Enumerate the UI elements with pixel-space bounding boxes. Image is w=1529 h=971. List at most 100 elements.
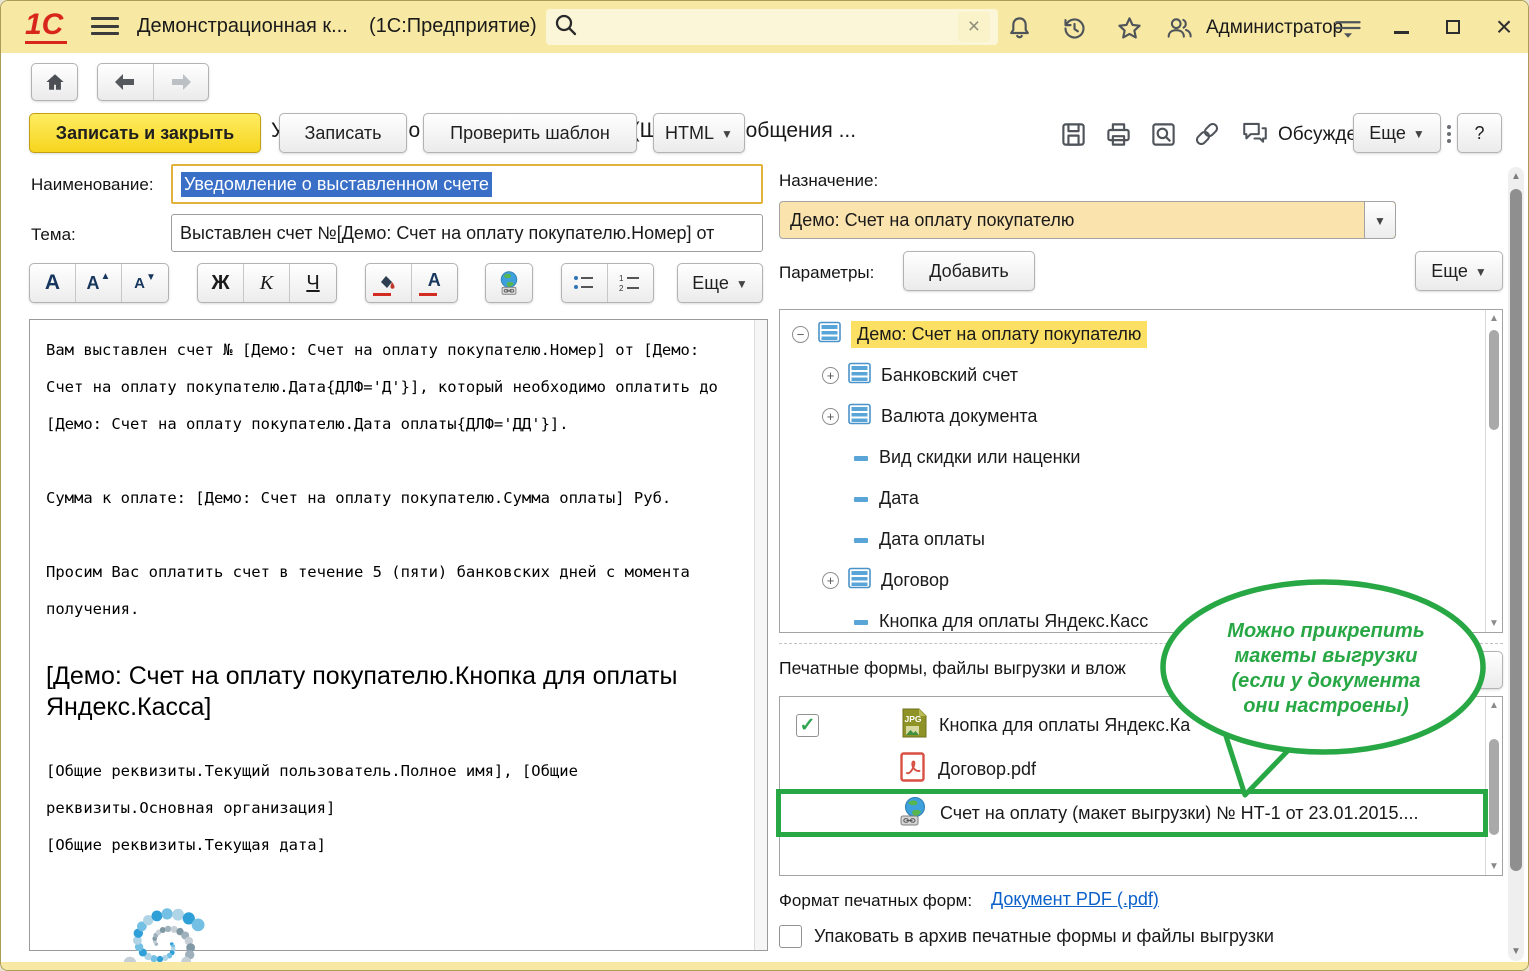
font-button[interactable]: A bbox=[30, 264, 76, 302]
expand-icon[interactable]: + bbox=[822, 367, 839, 384]
editor-more-button[interactable]: Еще▼ bbox=[677, 263, 763, 303]
back-button[interactable] bbox=[98, 64, 154, 100]
chevron-down-icon: ▼ bbox=[736, 277, 748, 291]
tree-row[interactable]: + Валюта документа bbox=[822, 401, 1037, 431]
combobox-dropdown-button[interactable]: ▼ bbox=[1364, 202, 1395, 238]
tree-scrollbar[interactable]: ▲ ▼ bbox=[1485, 310, 1502, 632]
panel-scrollbar[interactable]: ▲ ▼ bbox=[1508, 167, 1524, 961]
1c-logo: 1С bbox=[25, 9, 67, 44]
subject-input-value: Выставлен счет №[Демо: Счет на оплату по… bbox=[180, 223, 714, 244]
html-mode-label: HTML bbox=[665, 123, 714, 144]
preview-search-icon[interactable] bbox=[1147, 119, 1179, 149]
increase-font-button[interactable]: A▲ bbox=[76, 264, 122, 302]
print-icon[interactable] bbox=[1102, 119, 1134, 149]
tree-item-label: Дата bbox=[879, 488, 919, 509]
table-icon bbox=[848, 403, 872, 430]
name-input[interactable]: Уведомление о выставленном счете bbox=[171, 164, 763, 204]
save-and-close-button[interactable]: Записать и закрыть bbox=[29, 113, 261, 153]
scroll-down-icon[interactable]: ▼ bbox=[1486, 618, 1502, 629]
app-mode-label: (1С:Предприятие) bbox=[369, 15, 537, 38]
help-button[interactable]: ? bbox=[1457, 113, 1502, 153]
attachments-scrollbar[interactable]: ▲ ▼ bbox=[1485, 697, 1502, 875]
insert-hyperlink-button[interactable] bbox=[486, 264, 532, 302]
section-splitter[interactable] bbox=[779, 643, 1503, 644]
italic-button[interactable]: К bbox=[244, 264, 290, 302]
subject-input[interactable]: Выставлен счет №[Демо: Счет на оплату по… bbox=[171, 214, 763, 252]
fill-color-button[interactable] bbox=[366, 264, 412, 302]
minimize-window-icon[interactable] bbox=[1384, 11, 1418, 43]
scroll-up-icon[interactable]: ▲ bbox=[1508, 171, 1524, 182]
tree-row[interactable]: Дата bbox=[854, 483, 919, 513]
underline-button[interactable]: Ч bbox=[290, 264, 336, 302]
parameters-more-button[interactable]: Еще▼ bbox=[1415, 251, 1503, 291]
notifications-bell-icon[interactable] bbox=[1004, 13, 1034, 43]
attachments-more-button[interactable]: ▼ bbox=[1422, 651, 1503, 689]
history-icon[interactable] bbox=[1059, 13, 1089, 43]
app-title: Демонстрационная к... bbox=[137, 15, 348, 38]
editor-paragraph: Сумма к оплате: [Демо: Счет на оплату по… bbox=[46, 480, 737, 517]
archive-checkbox[interactable] bbox=[779, 925, 802, 948]
form-more-label: Еще bbox=[1369, 123, 1406, 144]
purpose-combobox[interactable]: Демо: Счет на оплату покупателю ▼ bbox=[779, 201, 1396, 239]
attachment-row[interactable]: ✓ JPG Кнопка для оплаты Яндекс.Ка bbox=[796, 708, 1478, 742]
current-user-label[interactable]: Администратор bbox=[1206, 17, 1343, 39]
add-parameter-button[interactable]: Добавить bbox=[903, 251, 1035, 291]
panel-scrollbar-thumb[interactable] bbox=[1510, 189, 1522, 871]
expand-icon[interactable]: + bbox=[822, 572, 839, 589]
decrease-font-button[interactable]: A▼ bbox=[122, 264, 168, 302]
tree-row[interactable]: + Банковский счет bbox=[822, 360, 1018, 390]
check-template-button[interactable]: Проверить шаблон bbox=[423, 113, 637, 153]
html-mode-button[interactable]: HTML▼ bbox=[653, 113, 745, 153]
text-color-button[interactable]: А bbox=[412, 264, 458, 302]
save-icon[interactable] bbox=[1057, 119, 1089, 149]
attachments-scrollbar-thumb[interactable] bbox=[1489, 739, 1499, 835]
save-button[interactable]: Записать bbox=[279, 113, 407, 153]
search-clear-icon[interactable]: × bbox=[958, 12, 990, 42]
tree-item-label: Банковский счет bbox=[881, 365, 1018, 386]
close-window-icon[interactable]: × bbox=[1487, 11, 1521, 43]
chevron-down-icon: ▼ bbox=[1475, 265, 1487, 279]
chevron-down-icon: ▼ bbox=[1477, 664, 1489, 678]
service-menu-icon[interactable] bbox=[1333, 13, 1363, 43]
numbered-list-button[interactable]: 12 bbox=[608, 264, 654, 302]
collapse-icon[interactable]: − bbox=[792, 326, 809, 343]
bullet-list-button[interactable] bbox=[562, 264, 608, 302]
attribute-dash-icon bbox=[854, 611, 870, 632]
tree-scrollbar-thumb[interactable] bbox=[1489, 330, 1499, 430]
scroll-down-icon[interactable]: ▼ bbox=[1508, 946, 1524, 957]
history-nav-group bbox=[97, 63, 209, 101]
style-buttons-group: Ж К Ч bbox=[197, 263, 337, 303]
main-menu-icon[interactable] bbox=[91, 17, 119, 37]
global-search-input[interactable]: × bbox=[546, 9, 998, 45]
bold-button[interactable]: Ж bbox=[198, 264, 244, 302]
name-input-value: Уведомление о выставленном счете bbox=[181, 172, 492, 197]
scroll-down-icon[interactable]: ▼ bbox=[1486, 861, 1502, 872]
svg-text:JPG: JPG bbox=[905, 714, 922, 724]
attachment-row[interactable]: Договор.pdf bbox=[796, 752, 1478, 786]
archive-option: Упаковать в архив печатные формы и файлы… bbox=[779, 925, 1274, 948]
tree-row[interactable]: Кнопка для оплаты Яндекс.Касс bbox=[854, 606, 1148, 636]
collaboration-users-icon[interactable] bbox=[1164, 13, 1194, 43]
home-button[interactable] bbox=[31, 63, 78, 101]
favorites-star-icon[interactable] bbox=[1114, 13, 1144, 43]
print-format-link[interactable]: Документ PDF (.pdf) bbox=[991, 889, 1159, 910]
expand-icon[interactable]: + bbox=[822, 408, 839, 425]
attachment-checkbox[interactable]: ✓ bbox=[796, 714, 819, 737]
form-more-button[interactable]: Еще▼ bbox=[1353, 113, 1441, 153]
editor-scrollbar[interactable] bbox=[754, 320, 767, 950]
scroll-up-icon[interactable]: ▲ bbox=[1486, 700, 1502, 711]
maximize-window-icon[interactable] bbox=[1436, 11, 1470, 43]
template-body-editor[interactable]: Вам выставлен счет № [Демо: Счет на опла… bbox=[29, 319, 768, 951]
top-system-bar: 1С Демонстрационная к... (1С:Предприятие… bbox=[1, 1, 1528, 53]
get-link-icon[interactable] bbox=[1191, 119, 1223, 149]
tree-row[interactable]: Вид скидки или наценки bbox=[854, 442, 1080, 472]
color-buttons-group: А bbox=[365, 263, 458, 303]
discussion-icon bbox=[1241, 119, 1269, 150]
tree-row[interactable]: − Демо: Счет на оплату покупателю bbox=[792, 319, 1147, 349]
tree-row[interactable]: + Договор bbox=[822, 565, 949, 595]
text-color-sample bbox=[419, 293, 437, 297]
tree-row[interactable]: Дата оплаты bbox=[854, 524, 985, 554]
logo-image: Новые технологии bbox=[46, 884, 281, 971]
forward-button[interactable] bbox=[154, 64, 209, 100]
scroll-up-icon[interactable]: ▲ bbox=[1486, 313, 1502, 324]
